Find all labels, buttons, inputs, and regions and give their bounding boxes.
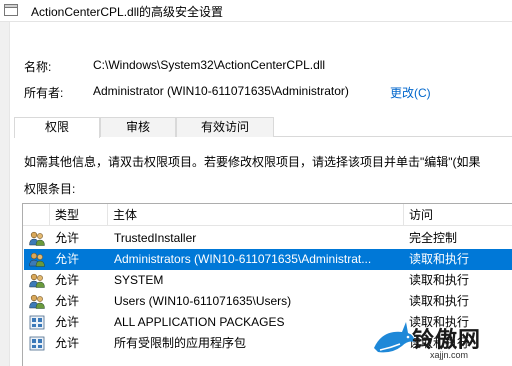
entry-principal: Administrators (WIN10-611071635\Administ… <box>114 252 372 266</box>
tab-effective-access[interactable]: 有效访问 <box>176 117 274 137</box>
watermark-url: xajjn.com <box>430 350 469 360</box>
entry-type: 允许 <box>55 294 80 308</box>
entry-principal: SYSTEM <box>114 273 164 287</box>
header-icon-column <box>23 204 49 226</box>
owner-value: Administrator (WIN10-611071635\Administr… <box>93 84 349 98</box>
entry-type: 允许 <box>55 273 80 287</box>
table-row[interactable]: 允许 Users (WIN10-611071635\Users) 读取和执行 <box>24 291 512 312</box>
file-icon <box>4 4 18 16</box>
package-icon <box>29 315 45 330</box>
table-row[interactable]: 允许 SYSTEM 读取和执行 <box>24 270 512 291</box>
entry-access: 完全控制 <box>409 231 458 245</box>
change-owner-link[interactable]: 更改(C) <box>390 84 431 101</box>
header-type[interactable]: 类型 <box>49 204 107 226</box>
package-icon <box>29 336 45 351</box>
window-title: ActionCenterCPL.dll的高级安全设置 <box>31 5 224 19</box>
entry-access: 读取和执行 <box>409 273 470 287</box>
entry-principal: 所有受限制的应用程序包 <box>114 336 247 350</box>
watermark-logo: 铃傲网 xajjn.com <box>372 318 512 366</box>
users-icon <box>29 252 45 267</box>
users-icon <box>29 231 45 246</box>
tab-auditing[interactable]: 审核 <box>100 117 176 137</box>
entry-type: 允许 <box>55 315 80 329</box>
entry-principal: TrustedInstaller <box>114 231 197 245</box>
list-header: 类型 主体 访问 <box>23 204 512 226</box>
header-access[interactable]: 访问 <box>403 204 512 226</box>
entry-principal: Users (WIN10-611071635\Users) <box>114 294 292 308</box>
info-text: 如需其他信息，请双击权限项目。若要修改权限项目，请选择该项目并单击"编辑"(如果 <box>24 155 481 169</box>
entry-type: 允许 <box>55 336 80 350</box>
window-left-border <box>0 22 10 366</box>
tab-strip: 权限 审核 有效访问 <box>14 117 512 138</box>
header-principal[interactable]: 主体 <box>107 204 403 226</box>
table-row[interactable]: 允许 TrustedInstaller 完全控制 <box>24 228 512 249</box>
name-label: 名称: <box>24 60 52 74</box>
users-icon <box>29 273 45 288</box>
title-bar: ActionCenterCPL.dll的高级安全设置 <box>0 0 512 22</box>
permission-entries-label: 权限条目: <box>24 182 76 196</box>
table-row-selected[interactable]: 允许 Administrators (WIN10-611071635\Admin… <box>24 249 512 270</box>
users-icon <box>29 294 45 309</box>
entry-type: 允许 <box>55 252 80 266</box>
entry-type: 允许 <box>55 231 80 245</box>
entry-access: 读取和执行 <box>409 252 470 266</box>
name-value: C:\Windows\System32\ActionCenterCPL.dll <box>93 58 326 72</box>
shark-icon <box>374 322 415 353</box>
entry-access: 读取和执行 <box>409 294 470 308</box>
tab-permissions[interactable]: 权限 <box>14 117 100 138</box>
owner-label: 所有者: <box>24 86 64 100</box>
entry-principal: ALL APPLICATION PACKAGES <box>114 315 285 329</box>
